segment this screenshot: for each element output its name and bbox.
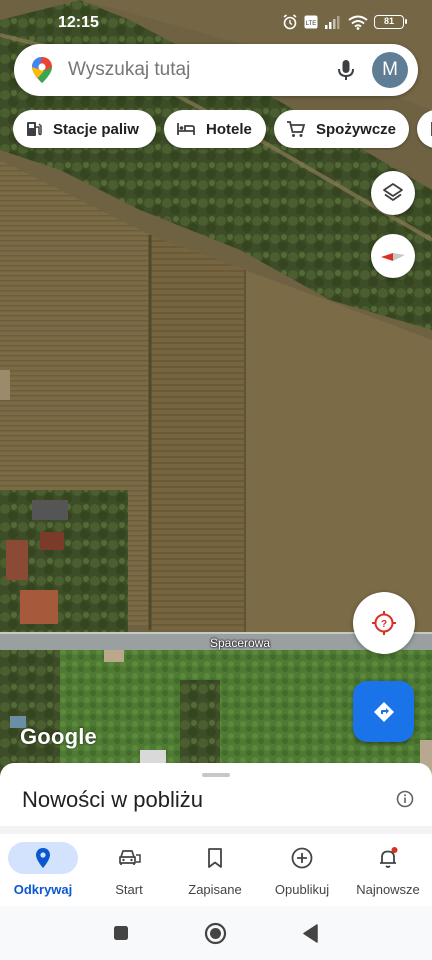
info-icon[interactable] xyxy=(396,790,414,808)
chip-label: Hotele xyxy=(206,120,252,138)
chip-label: Stacje paliw xyxy=(53,120,139,138)
category-chips: Stacje paliw Hotele Spożywcze xyxy=(13,110,432,150)
nav-start[interactable]: Start xyxy=(86,834,172,906)
search-input[interactable] xyxy=(68,44,318,96)
recents-square-icon[interactable] xyxy=(113,925,129,941)
status-bar: 12:15 LTE 81 xyxy=(0,0,432,44)
nav-label: Odkrywaj xyxy=(13,882,73,897)
bookmark-icon xyxy=(208,848,222,868)
status-icons: LTE 81 xyxy=(282,14,407,30)
nav-label: Opublikuj xyxy=(274,882,330,897)
nav-label: Start xyxy=(115,882,143,897)
nav-label: Najnowsze xyxy=(356,882,420,897)
google-maps-pin-icon xyxy=(32,57,52,83)
nav-updates[interactable]: Najnowsze xyxy=(345,834,431,906)
road-label-spacerowa: Spacerowa xyxy=(210,636,271,650)
my-location-button[interactable]: ? xyxy=(353,592,415,654)
nav-saved[interactable]: Zapisane xyxy=(172,834,258,906)
layers-icon xyxy=(383,183,403,201)
compass-button[interactable] xyxy=(371,234,415,278)
chip-gas-stations[interactable]: Stacje paliw xyxy=(13,110,156,148)
search-bar[interactable]: M xyxy=(14,44,418,96)
microphone-icon[interactable] xyxy=(334,58,358,82)
bottom-navigation: Odkrywaj Start Zapisane Opublikuj Najnow… xyxy=(0,834,432,906)
system-navigation-bar xyxy=(0,906,432,960)
nearby-sheet[interactable]: Nowości w pobliżu xyxy=(0,763,432,833)
svg-text:LTE: LTE xyxy=(306,21,317,27)
car-icon xyxy=(119,850,141,865)
nav-label: Zapisane xyxy=(188,882,242,897)
chip-hotels[interactable]: Hotele xyxy=(164,110,266,148)
google-logo: Google xyxy=(20,724,97,749)
directions-icon xyxy=(373,701,394,722)
location-unknown-icon: ? xyxy=(372,611,396,635)
compass-icon xyxy=(381,253,405,261)
battery-icon: 81 xyxy=(374,15,407,29)
alarm-icon xyxy=(283,14,297,30)
wifi-icon xyxy=(348,15,368,30)
explore-pin-icon xyxy=(36,848,50,868)
chip-more[interactable] xyxy=(417,110,432,148)
sheet-drag-handle[interactable] xyxy=(202,773,230,777)
svg-text:?: ? xyxy=(381,619,387,630)
account-avatar[interactable]: M xyxy=(372,52,408,88)
home-circle-icon[interactable] xyxy=(204,922,227,945)
bell-icon xyxy=(380,847,398,868)
add-circle-icon xyxy=(291,847,313,869)
hotel-bed-icon xyxy=(177,123,195,135)
layers-button[interactable] xyxy=(371,171,415,215)
nav-explore[interactable]: Odkrywaj xyxy=(0,834,86,906)
chip-label: Spożywcze xyxy=(316,120,397,138)
nav-contribute[interactable]: Opublikuj xyxy=(259,834,345,906)
directions-button[interactable] xyxy=(353,681,414,742)
shopping-cart-icon xyxy=(287,121,306,137)
back-triangle-icon[interactable] xyxy=(302,924,318,943)
sheet-title: Nowości w pobliżu xyxy=(22,787,203,812)
gas-station-icon xyxy=(27,122,42,136)
chip-groceries[interactable]: Spożywcze xyxy=(274,110,409,148)
status-time: 12:15 xyxy=(58,14,99,31)
signal-icon xyxy=(325,16,340,29)
volte-icon: LTE xyxy=(304,15,318,29)
